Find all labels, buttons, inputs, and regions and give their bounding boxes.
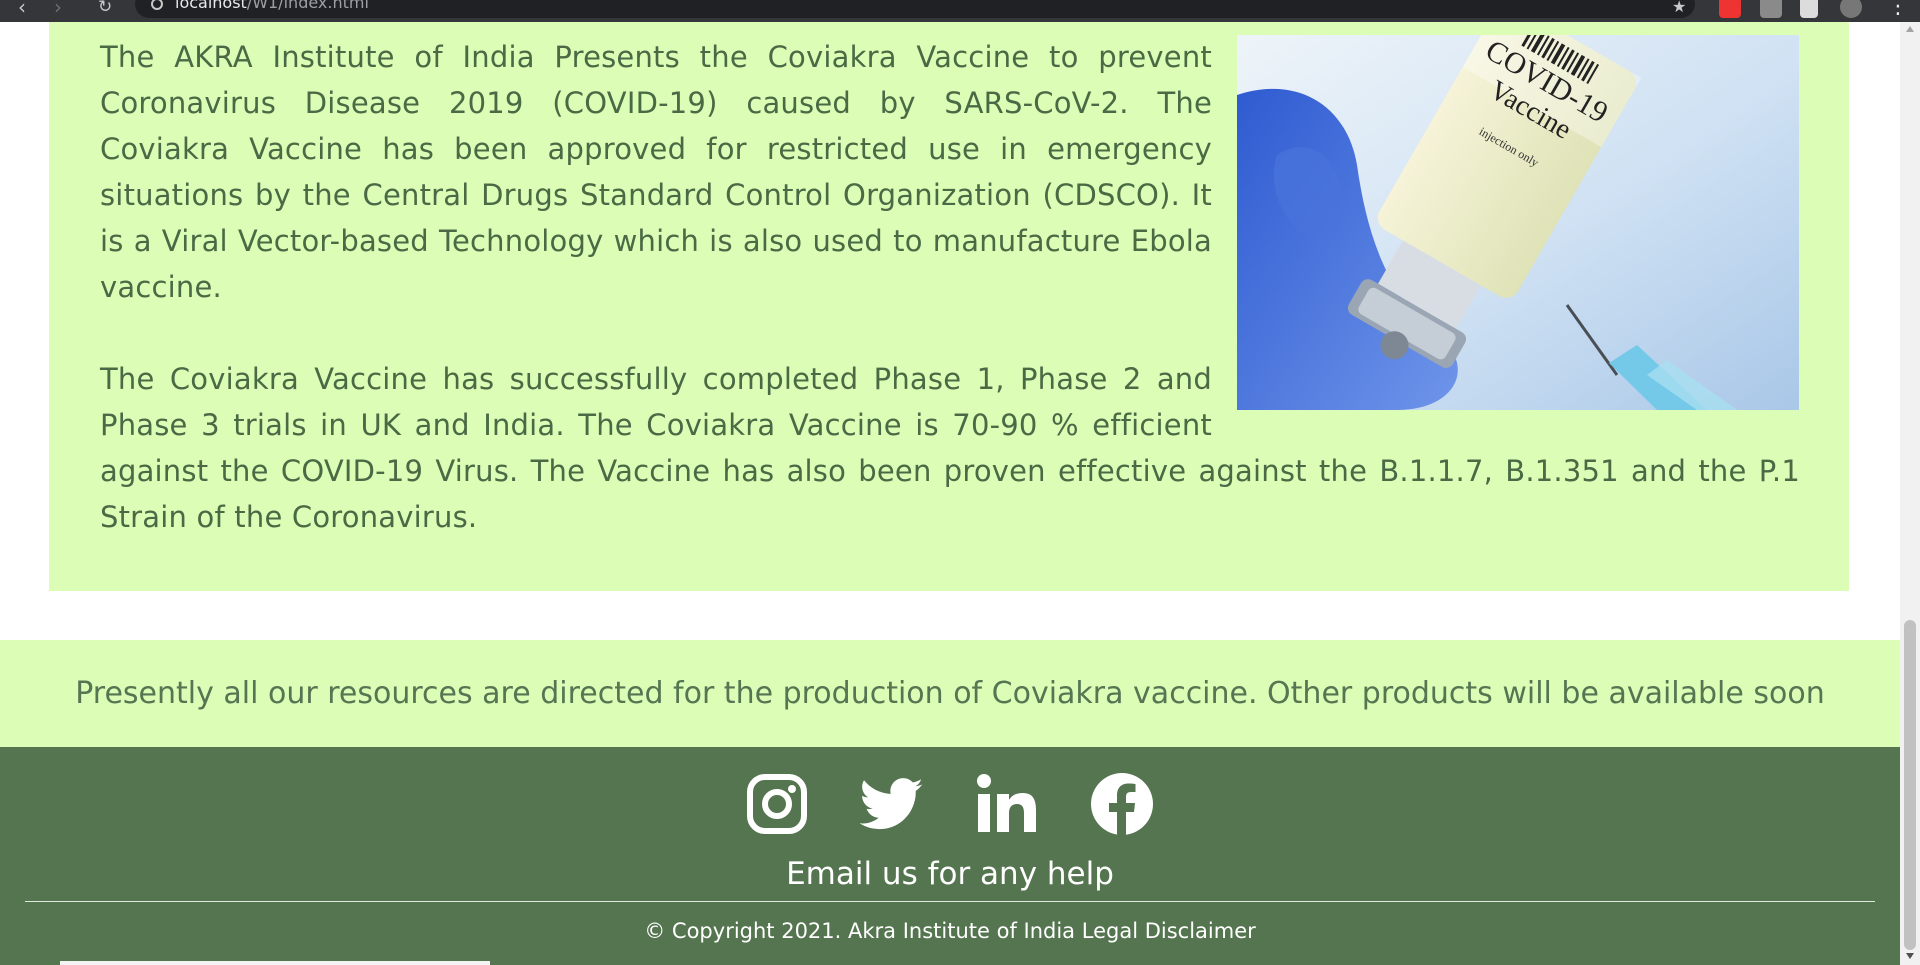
- copyright-text: © Copyright 2021. Akra Institute of Indi…: [644, 919, 1076, 943]
- notice-text: Presently all our resources are directed…: [75, 676, 1825, 711]
- legal-disclaimer-link[interactable]: Legal Disclaimer: [1082, 919, 1256, 943]
- browser-toolbar: ‹ › ↻ localhost/W1/index.html ★ ⋮: [0, 0, 1920, 22]
- facebook-icon[interactable]: [1090, 772, 1154, 836]
- forward-icon[interactable]: ›: [54, 0, 62, 18]
- vertical-scrollbar[interactable]: [1900, 22, 1920, 965]
- url-text: localhost/W1/index.html: [175, 0, 369, 12]
- extension-icon[interactable]: [1719, 0, 1741, 18]
- intro-section: COVID-19 Vaccine injection only The AKRA…: [49, 22, 1849, 591]
- reload-icon[interactable]: ↻: [98, 0, 112, 18]
- image-float-spacer: [1212, 34, 1800, 410]
- horizontal-scroll-indicator: [60, 961, 490, 965]
- scrollbar-thumb[interactable]: [1904, 620, 1916, 950]
- profile-avatar[interactable]: [1840, 0, 1862, 18]
- scroll-down-icon[interactable]: [1906, 953, 1914, 959]
- intro-text: The AKRA Institute of India Presents the…: [100, 34, 1800, 540]
- footer-divider: [25, 901, 1875, 902]
- copyright-line: © Copyright 2021. Akra Institute of Indi…: [0, 917, 1900, 945]
- kebab-menu-icon[interactable]: ⋮: [1887, 0, 1909, 19]
- help-text: Email us for any help: [786, 856, 1114, 892]
- instagram-icon[interactable]: [745, 772, 809, 836]
- site-info-icon[interactable]: [151, 0, 163, 10]
- extension-icon[interactable]: [1760, 0, 1782, 18]
- footer: Email us for any help © Copyright 2021. …: [0, 747, 1900, 965]
- scroll-up-icon[interactable]: [1906, 26, 1914, 32]
- puzzle-icon[interactable]: [1800, 0, 1818, 18]
- linkedin-icon[interactable]: [975, 772, 1039, 836]
- social-links: [745, 772, 1155, 836]
- products-notice: Presently all our resources are directed…: [0, 640, 1900, 747]
- back-icon[interactable]: ‹: [18, 0, 26, 18]
- bookmark-star-icon[interactable]: ★: [1672, 0, 1686, 16]
- twitter-icon[interactable]: [859, 772, 924, 836]
- address-bar[interactable]: localhost/W1/index.html: [135, 0, 1695, 18]
